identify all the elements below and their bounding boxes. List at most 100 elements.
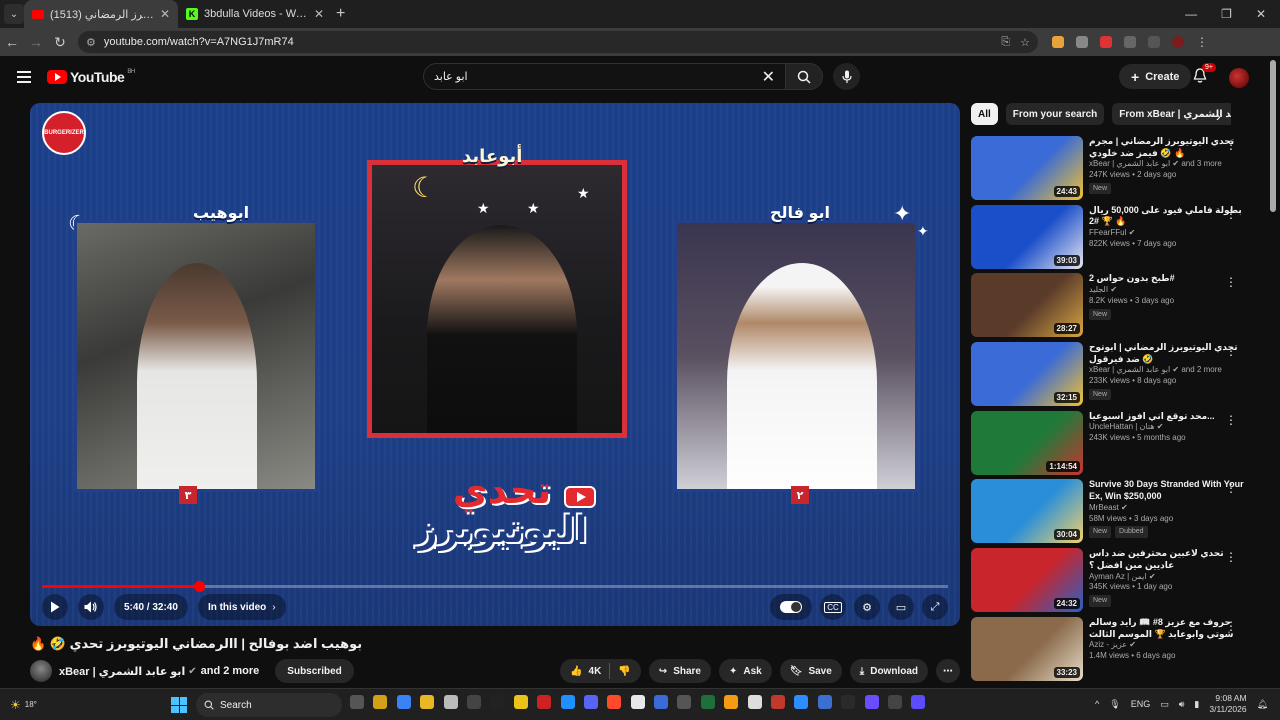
chip-from-search[interactable]: From your search: [1005, 103, 1105, 125]
channel-more-link[interactable]: and 2 more: [201, 665, 260, 677]
taskbar-app-icon[interactable]: [864, 695, 879, 709]
taskbar-app-icon[interactable]: [700, 695, 715, 709]
miniplayer-button[interactable]: ▭: [888, 594, 914, 620]
taskbar-app-icon[interactable]: [560, 695, 575, 709]
download-button[interactable]: ⤓ Download: [849, 659, 928, 683]
search-button[interactable]: [785, 63, 823, 90]
share-button[interactable]: ↪ Share: [648, 659, 711, 683]
recommendation-item[interactable]: 24:43 تحدي اليوتيوبرز الرمضاني | مجرم في…: [971, 136, 1251, 205]
network-icon[interactable]: ▭: [1160, 699, 1169, 710]
chip-all[interactable]: All: [971, 103, 998, 125]
recommendation-item[interactable]: 28:27 طبخ بدون حواس 2# الجليد ✔ 8.2K vie…: [971, 273, 1251, 342]
taskbar-app-icon[interactable]: [794, 695, 809, 709]
forward-icon[interactable]: →: [24, 34, 48, 50]
rec-more-icon[interactable]: ⋮: [1225, 550, 1237, 564]
ask-button[interactable]: ✦ Ask: [718, 659, 772, 683]
taskbar-app-icon[interactable]: [513, 695, 528, 709]
chapters-button[interactable]: In this video ›: [197, 594, 286, 620]
taskbar-app-icon[interactable]: [443, 695, 458, 709]
search-input[interactable]: ابو عابد ✕: [423, 63, 785, 90]
address-bar[interactable]: ⚙ youtube.com/watch?v=A7NG1J7mR74 ⎘ ☆: [78, 31, 1038, 53]
rec-channel[interactable]: xBear | ابو عابد الشمري: [1089, 159, 1170, 168]
rec-thumbnail[interactable]: 1:14:54: [971, 410, 1083, 475]
tab-kick[interactable]: K 3bdulla Videos - Watch On-De ✕: [178, 0, 332, 28]
tab-youtube[interactable]: (1513) تحدي اليوتيوبرز الرمضاني ✕: [24, 0, 178, 28]
save-button[interactable]: 🔖︎ Save: [779, 659, 842, 683]
mic-icon[interactable]: 🎙︎: [1109, 699, 1120, 710]
rec-channel[interactable]: xBear | ابو عابد الشمري: [1089, 365, 1170, 374]
maximize-icon[interactable]: ❐: [1221, 7, 1232, 21]
recommendation-item[interactable]: 24:32 تحدي لاعبين محترفين ضد داس عاديين …: [971, 548, 1251, 617]
language-indicator[interactable]: ENG: [1131, 699, 1151, 709]
taskbar-app-icon[interactable]: [724, 695, 739, 709]
recommendation-item[interactable]: 1:14:54 محد توقع اني افوز اسبوعيا... Unc…: [971, 410, 1251, 480]
rec-thumbnail[interactable]: 30:04: [971, 479, 1083, 544]
taskbar-app-icon[interactable]: [420, 695, 435, 709]
rec-thumbnail[interactable]: 24:43: [971, 136, 1083, 200]
create-button[interactable]: + Create: [1119, 64, 1192, 89]
taskbar-app-icon[interactable]: [911, 695, 926, 709]
back-icon[interactable]: ←: [0, 34, 24, 50]
taskbar-app-icon[interactable]: [537, 695, 552, 709]
recommendation-item[interactable]: 39:03 بطولة فاملي فيود على 50,000 ريال 2…: [971, 204, 1251, 274]
chevron-right-icon[interactable]: ›: [1216, 108, 1221, 124]
rec-channel[interactable]: Aziz - عزيز: [1089, 640, 1127, 649]
voice-search-button[interactable]: [833, 63, 860, 90]
taskbar-app-icon[interactable]: [466, 695, 481, 709]
tab-search-icon[interactable]: ⌄: [4, 4, 24, 24]
profile-icon[interactable]: [1172, 36, 1184, 48]
taskbar-search[interactable]: Search: [196, 693, 342, 717]
recommendation-item[interactable]: 32:15 تحدي اليوتيوبرز الرمضاني | ابوتوح …: [971, 342, 1251, 411]
play-button[interactable]: [42, 594, 68, 620]
rec-thumbnail[interactable]: 28:27: [971, 273, 1083, 338]
extension-icon[interactable]: [1100, 36, 1112, 48]
settings-button[interactable]: ⚙: [854, 594, 880, 620]
rec-more-icon[interactable]: ⋮: [1225, 344, 1237, 358]
rec-thumbnail[interactable]: 32:15: [971, 342, 1083, 407]
chevron-up-icon[interactable]: ^: [1095, 699, 1099, 709]
media-icon[interactable]: [1148, 36, 1160, 48]
taskbar-app-icon[interactable]: [817, 695, 832, 709]
rec-channel[interactable]: FFearFFul: [1089, 228, 1126, 237]
account-avatar[interactable]: [1229, 68, 1249, 88]
youtube-logo[interactable]: YouTube BH: [47, 69, 135, 85]
taskbar-app-icon[interactable]: [630, 695, 645, 709]
subscribe-button[interactable]: Subscribed: [275, 659, 354, 683]
reload-icon[interactable]: ↻: [48, 34, 72, 51]
fullscreen-button[interactable]: ⤢: [922, 594, 948, 620]
shield-icon[interactable]: [1076, 36, 1088, 48]
taskbar-app-icon[interactable]: [677, 695, 692, 709]
menu-icon[interactable]: [17, 71, 31, 83]
captions-button[interactable]: CC: [820, 594, 846, 620]
site-info-icon[interactable]: ⚙: [86, 36, 96, 49]
rec-channel[interactable]: الجليد: [1089, 285, 1108, 294]
channel-avatar[interactable]: [30, 660, 52, 682]
taskbar-app-icon[interactable]: [350, 695, 364, 709]
clock[interactable]: 9:08 AM 3/11/2026: [1209, 693, 1246, 715]
rec-thumbnail[interactable]: 24:32: [971, 548, 1083, 613]
taskbar-app-icon[interactable]: [373, 695, 388, 709]
rec-more-icon[interactable]: ⋮: [1225, 619, 1237, 633]
speaker-icon[interactable]: 🔊︎: [1179, 699, 1185, 710]
rec-more-icon[interactable]: ⋮: [1225, 207, 1237, 221]
puzzle-icon[interactable]: [1124, 36, 1136, 48]
taskbar-app-icon[interactable]: [607, 695, 622, 709]
browser-menu-icon[interactable]: ⋮: [1196, 35, 1208, 49]
taskbar-app-icon[interactable]: [490, 695, 505, 709]
notifications-button[interactable]: 9+: [1193, 63, 1216, 89]
more-actions-button[interactable]: ⋯: [936, 659, 960, 683]
close-tab-icon[interactable]: ✕: [314, 7, 324, 21]
recommendation-item[interactable]: 33:23 حروف مع عزيز 8# 📖 رايد وسالم شوتي …: [971, 616, 1251, 686]
like-button[interactable]: 👍 4K 👎: [560, 659, 641, 683]
extension-icon[interactable]: [1052, 36, 1064, 48]
taskbar-app-icon[interactable]: [583, 695, 598, 709]
taskbar-app-icon[interactable]: [887, 695, 902, 709]
rec-more-icon[interactable]: ⋮: [1225, 413, 1237, 427]
rec-more-icon[interactable]: ⋮: [1225, 138, 1237, 152]
chip-from-channel[interactable]: From xBear | عابد الشمري: [1112, 103, 1231, 125]
notification-center-icon[interactable]: 🔔︎: [1257, 699, 1268, 710]
recommendation-item[interactable]: 30:04 Survive 30 Days Stranded With Your…: [971, 479, 1251, 548]
page-scrollbar[interactable]: [1270, 60, 1276, 212]
clear-search-icon[interactable]: ✕: [762, 67, 775, 87]
taskbar-app-icon[interactable]: [747, 695, 762, 709]
